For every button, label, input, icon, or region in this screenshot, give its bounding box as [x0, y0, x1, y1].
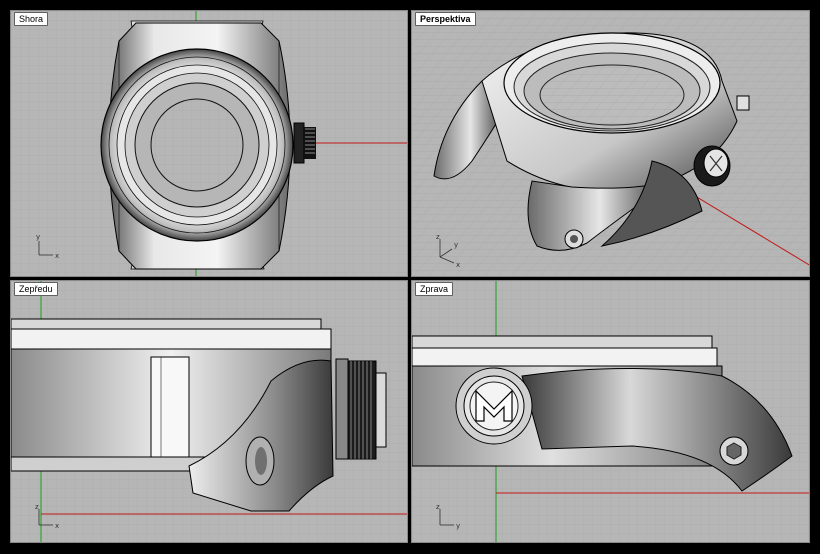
- front-view-canvas[interactable]: z x: [11, 281, 408, 543]
- viewport-label-top[interactable]: Shora: [14, 12, 49, 26]
- viewport-right[interactable]: z y Zprava: [411, 280, 810, 543]
- viewport-label-perspective[interactable]: Perspektiva: [415, 12, 476, 26]
- viewport-top[interactable]: y x Shora: [10, 10, 408, 277]
- axis-label: z: [35, 503, 39, 511]
- axis-label: x: [55, 252, 59, 260]
- screw-icon: [564, 229, 584, 249]
- axis-label: x: [456, 261, 460, 269]
- viewport-label-right[interactable]: Zprava: [415, 282, 454, 296]
- axis-label: y: [454, 241, 458, 249]
- crown-icon: [293, 122, 316, 164]
- screw-icon: [719, 436, 749, 466]
- viewport-front[interactable]: z x Zepředu: [10, 280, 408, 543]
- crown-icon: [335, 358, 387, 460]
- crown-icon: [693, 145, 731, 187]
- axis-label: z: [436, 503, 440, 511]
- axis-label: y: [456, 522, 460, 530]
- axis-label: z: [436, 233, 440, 241]
- axis-label: x: [55, 522, 59, 530]
- viewport-perspective[interactable]: z y x Perspektiva: [411, 10, 810, 277]
- logo-m-icon: [455, 367, 533, 445]
- viewport-label-front[interactable]: Zepředu: [14, 282, 58, 296]
- perspective-view-canvas[interactable]: z y x: [412, 11, 810, 277]
- axis-label: y: [36, 233, 40, 241]
- rhino-viewport-layout: y x Shora z y x Perspektiva z x Zepředu …: [0, 0, 820, 554]
- right-view-canvas[interactable]: z y: [412, 281, 810, 543]
- top-view-canvas[interactable]: y x: [11, 11, 408, 277]
